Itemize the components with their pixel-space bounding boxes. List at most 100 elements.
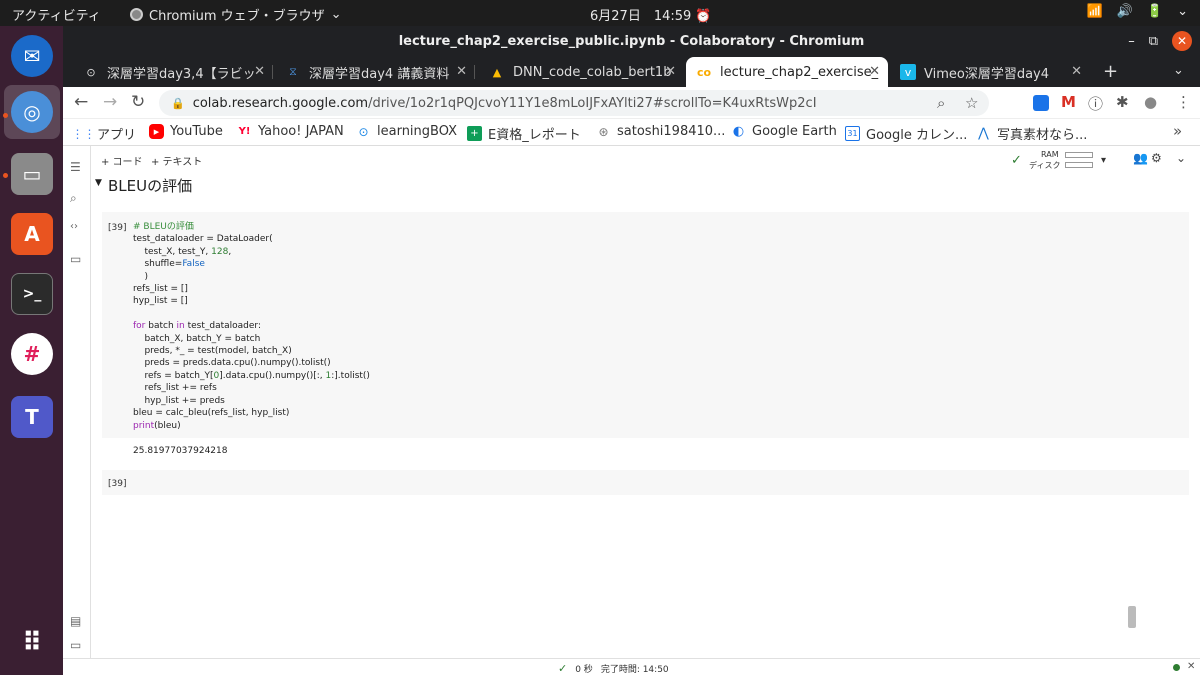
code-token: preds = preds.data.cpu().numpy().tolist(… — [133, 358, 331, 369]
ram-bar — [1065, 152, 1093, 158]
tab-vimeo[interactable]: v Vimeo深層学習day4 ✕ — [890, 57, 1090, 87]
code-line: preds, *_ = test(model, batch_X) — [133, 345, 370, 357]
system-tray[interactable]: 📶 🔊 🔋 ⌄ — [1087, 4, 1188, 19]
code-editor[interactable]: # BLEUの評価 test_dataloader = DataLoader( t… — [133, 221, 370, 432]
close-icon[interactable]: ✕ — [1187, 661, 1195, 672]
new-tab-button[interactable]: + — [1103, 61, 1118, 82]
bookmark-learningbox[interactable]: ⊙ learningBOX — [356, 124, 457, 139]
address-bar[interactable]: 🔒 colab.research.google.com/drive/1o2r1q… — [159, 90, 989, 116]
tab-dnn-code[interactable]: ▲ DNN_code_colab_bert1b ✕ — [479, 57, 684, 87]
tab-title: DNN_code_colab_bert1b — [513, 64, 672, 80]
bookmark-label: YouTube — [170, 124, 223, 139]
bookmark-e-shikaku[interactable]: + E資格_レポート — [467, 124, 581, 143]
bookmark-google-earth[interactable]: ◐ Google Earth — [731, 124, 837, 139]
code-token: print — [133, 420, 155, 431]
code-token: in — [176, 321, 185, 332]
code-token: batch_X, batch_Y = batch — [133, 333, 261, 344]
code-token: (bleu) — [154, 420, 181, 431]
code-cell[interactable]: [39] # BLEUの評価 test_dataloader = DataLoad… — [102, 212, 1189, 438]
code-line: bleu = calc_bleu(refs_list, hyp_list) — [133, 407, 370, 419]
kebab-menu-icon[interactable]: ⋮ — [1176, 93, 1191, 111]
completed-time: 完了時間: 14:50 — [600, 665, 669, 675]
clock[interactable]: 6月27日 14:59 ⏰ — [590, 5, 712, 24]
thunderbird-icon[interactable]: ✉ — [11, 35, 53, 77]
code-snippets-icon[interactable]: ‹› — [70, 221, 78, 232]
teams-icon[interactable]: T — [11, 396, 53, 438]
activities-button[interactable]: アクティビティ — [12, 5, 101, 24]
resources-indicator[interactable]: ✓ RAM ディスク ▾ — [1011, 149, 1131, 171]
chevron-down-icon: ⌄ — [1177, 4, 1188, 19]
lock-icon[interactable]: 🔒 — [171, 97, 185, 110]
app-menu[interactable]: Chromium ウェブ・ブラウザ ⌄ — [130, 5, 342, 24]
tab-day4-lecture[interactable]: ⧖ 深層学習day4 講義資料 ✕ — [275, 57, 475, 87]
code-token: for — [133, 321, 146, 332]
code-line: refs_list = [] — [133, 283, 370, 295]
code-token: False — [182, 259, 205, 270]
maximize-button[interactable]: ⧉ — [1149, 34, 1158, 49]
share-icon[interactable]: 👥 — [1133, 151, 1148, 165]
code-line: batch_X, batch_Y = batch — [133, 333, 370, 345]
add-code-button[interactable]: + コード — [101, 153, 143, 168]
code-token: ) — [133, 271, 148, 282]
bookmark-youtube[interactable]: ▶ YouTube — [149, 124, 223, 139]
tab-day3-4[interactable]: ⊙ 深層学習day3,4【ラビッ ✕ — [73, 57, 273, 87]
tab-close-icon[interactable]: ✕ — [1071, 64, 1082, 79]
add-text-button[interactable]: + テキスト — [151, 153, 202, 168]
files-glyph: ▭ — [22, 162, 42, 186]
colab-toolbar: + コード + テキスト ✓ RAM ディスク ▾ 👥 ⚙ ⌄ — [91, 146, 1200, 172]
terminal-icon[interactable]: ▭ — [70, 638, 81, 652]
chevron-down-icon[interactable]: ▾ — [1101, 155, 1106, 166]
collapse-icon[interactable]: ⌄ — [1176, 151, 1186, 165]
back-button[interactable]: ← — [74, 92, 88, 112]
battery-icon: 🔋 — [1146, 4, 1164, 19]
forward-button[interactable]: → — [103, 92, 117, 112]
close-window-button[interactable]: ✕ — [1172, 31, 1192, 51]
info-extension-icon[interactable]: ⓘ — [1088, 93, 1103, 114]
tab-lecture-chap2[interactable]: co lecture_chap2_exercise_ ✕ — [686, 57, 888, 87]
extension-icon[interactable] — [1033, 95, 1049, 111]
execution-status[interactable]: ✓ 0 秒 完了時間: 14:50 — [558, 662, 669, 675]
tab-close-icon[interactable]: ✕ — [254, 64, 265, 79]
code-token: , — [228, 246, 232, 257]
gear-icon[interactable]: ⚙ — [1151, 151, 1162, 165]
elapsed-time: 0 秒 — [575, 665, 593, 675]
bookmark-label: learningBOX — [377, 124, 458, 139]
tab-close-icon[interactable]: ✕ — [665, 64, 676, 79]
command-palette-icon[interactable]: ▤ — [70, 614, 81, 628]
toc-icon[interactable]: ☰ — [70, 160, 81, 174]
search-icon[interactable]: ⌕ — [70, 191, 77, 206]
files-icon[interactable]: ▭ — [11, 153, 53, 195]
chromium-dock-icon[interactable]: ◎ — [11, 91, 53, 133]
puzzle-icon[interactable]: ✱ — [1116, 93, 1129, 111]
reload-button[interactable]: ↻ — [131, 92, 145, 112]
zoom-icon[interactable]: ⌕ — [937, 94, 945, 112]
slack-icon[interactable]: # — [11, 333, 53, 375]
bookmark-satoshi[interactable]: ⊛ satoshi198410... — [596, 124, 725, 139]
bookmark-photo[interactable]: ⋀ 写真素材なら... — [976, 124, 1087, 143]
terminal-icon[interactable]: >_ — [11, 273, 53, 315]
bookmark-apps[interactable]: ⋮⋮ アプリ — [72, 124, 137, 144]
bookmark-label: satoshi198410... — [617, 124, 726, 139]
bookmark-yahoo[interactable]: Y! Yahoo! JAPAN — [237, 124, 344, 139]
folder-icon[interactable]: ▭ — [70, 252, 81, 266]
tab-close-icon[interactable]: ✕ — [456, 64, 467, 79]
tab-search-button[interactable]: ⌄ — [1173, 63, 1184, 78]
section-header[interactable]: ▼ BLEUの評価 — [91, 172, 1200, 198]
app-grid-icon[interactable]: ⠿ — [11, 622, 53, 664]
gmail-icon[interactable]: M — [1061, 93, 1076, 111]
code-cell-empty[interactable]: [39] — [102, 470, 1189, 495]
bookmark-label: 写真素材なら... — [997, 128, 1088, 143]
chevron-down-icon[interactable]: ▼ — [95, 178, 102, 188]
window-titlebar[interactable]: lecture_chap2_exercise_public.ipynb - Co… — [63, 26, 1200, 57]
profile-avatar[interactable]: ● — [1144, 93, 1157, 111]
code-line: shuffle=False — [133, 258, 370, 270]
app-grid-glyph: ⠿ — [21, 628, 43, 658]
bookmark-google-calendar[interactable]: 31 Google カレン... — [845, 124, 967, 143]
tab-close-icon[interactable]: ✕ — [869, 64, 880, 79]
bookmark-star-icon[interactable]: ☆ — [965, 94, 978, 112]
scrollbar-thumb[interactable] — [1128, 606, 1136, 628]
software-icon[interactable]: A — [11, 213, 53, 255]
minimize-button[interactable]: – — [1128, 34, 1135, 49]
bookmarks-overflow-button[interactable]: » — [1173, 122, 1182, 140]
